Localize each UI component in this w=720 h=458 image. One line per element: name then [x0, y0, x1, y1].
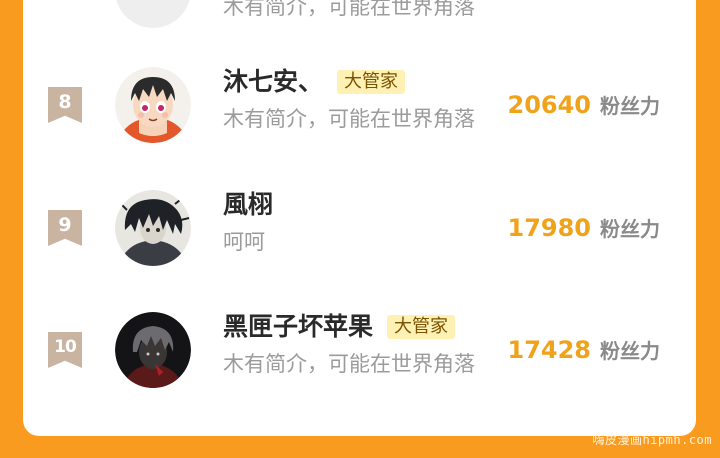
role-badge: 大管家 [337, 70, 406, 94]
fans-score: 17980 粉丝力 [508, 212, 661, 245]
fans-count: 17428 [507, 336, 592, 364]
fans-score: 17428 粉丝力 [508, 334, 661, 367]
fans-score: 20640 粉丝力 [508, 89, 661, 122]
role-badge: 大管家 [387, 315, 456, 339]
fans-count: 17980 [507, 214, 592, 242]
rank-badge: 9 [48, 210, 82, 246]
ranking-row[interactable]: 9 風栩 呵呵 17980 粉丝力 [23, 178, 696, 278]
fans-unit-label: 粉丝力 [600, 217, 660, 241]
user-bio: 木有简介，可能在世界角落 [223, 107, 475, 131]
ranking-row[interactable]: 8 沐七安、 大管家 木有简介，可能在世界角落 20640 粉丝力 [23, 55, 696, 155]
ranking-row[interactable]: 10 黑匣子坏苹果 大管家 木有简介，可能在世界角落 17428 粉丝力 [23, 300, 696, 400]
avatar[interactable] [115, 0, 191, 28]
fans-unit-label: 粉丝力 [600, 339, 660, 363]
avatar[interactable] [115, 67, 191, 143]
rank-badge: 8 [48, 87, 82, 123]
avatar[interactable] [115, 190, 191, 266]
user-name[interactable]: 黑匣子坏苹果 [223, 310, 373, 344]
user-bio: 呵呵 [223, 230, 265, 254]
fans-count: 20640 [507, 91, 592, 119]
ranking-card: 木有简介，可能在世界角落 8 沐七安、 大管家 木有简介，可能在世界角落 206… [23, 0, 696, 436]
ranking-row[interactable]: 木有简介，可能在世界角落 [23, 0, 696, 40]
avatar[interactable] [115, 312, 191, 388]
rank-badge: 10 [48, 332, 82, 368]
site-watermark: 嗨皮漫画hipmh.com [592, 433, 712, 447]
fans-unit-label: 粉丝力 [600, 94, 660, 118]
user-bio: 木有简介，可能在世界角落 [223, 352, 475, 376]
user-bio: 木有简介，可能在世界角落 [223, 0, 475, 19]
user-name[interactable]: 風栩 [223, 188, 273, 222]
user-name[interactable]: 沐七安、 [223, 65, 323, 99]
